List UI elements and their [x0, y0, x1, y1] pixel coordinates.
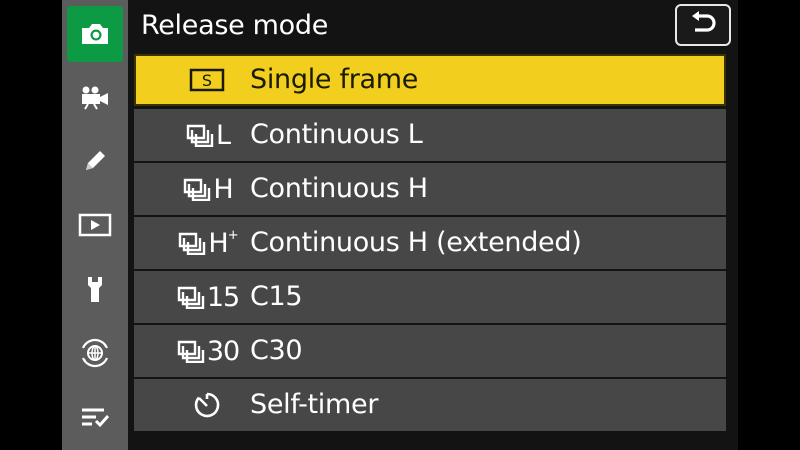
- camera-icon: [82, 24, 108, 44]
- movie-camera-icon: [82, 86, 108, 110]
- c15-icon: 15: [152, 271, 262, 323]
- tab-my-menu[interactable]: [62, 390, 128, 444]
- menu-item-continuous-h[interactable]: H Continuous H: [134, 163, 726, 215]
- menu-item-label: Continuous H (extended): [250, 227, 582, 258]
- menu-item-continuous-l[interactable]: L Continuous L: [134, 109, 726, 161]
- tab-network[interactable]: [62, 326, 128, 380]
- tab-setup[interactable]: [62, 262, 128, 316]
- continuous-h-extended-icon: H+: [152, 217, 262, 269]
- continuous-l-icon: L: [152, 109, 262, 161]
- camera-menu-screen: Release mode S Single frame L Continuous…: [62, 0, 738, 450]
- playback-icon: [78, 213, 112, 237]
- tab-playback[interactable]: [62, 198, 128, 252]
- single-frame-icon: S: [152, 54, 262, 106]
- menu-item-label: Continuous L: [250, 119, 423, 150]
- return-arrow-icon: [692, 11, 716, 32]
- menu-item-label: C30: [250, 335, 303, 366]
- menu-item-c30[interactable]: 30 C30: [134, 325, 726, 377]
- menu-item-c15[interactable]: 15 C15: [134, 271, 726, 323]
- menu-item-single-frame[interactable]: S Single frame: [134, 54, 726, 106]
- svg-text:S: S: [202, 71, 212, 90]
- self-timer-icon: [152, 379, 262, 431]
- menu-item-label: C15: [250, 281, 303, 312]
- menu-item-self-timer[interactable]: Self-timer: [134, 379, 726, 431]
- menu-sidebar: [62, 0, 128, 450]
- back-button[interactable]: [675, 4, 731, 46]
- c30-icon: 30: [152, 325, 262, 377]
- menu-item-label: Single frame: [250, 64, 419, 95]
- pencil-icon: [86, 151, 105, 170]
- wrench-icon: [88, 277, 102, 302]
- continuous-h-icon: H: [152, 163, 262, 215]
- network-icon: [81, 338, 109, 368]
- menu-item-label: Continuous H: [250, 173, 428, 204]
- menu-item-label: Self-timer: [250, 389, 379, 420]
- menu-item-continuous-h-extended[interactable]: H+ Continuous H (extended): [134, 217, 726, 269]
- my-menu-icon: [82, 408, 110, 428]
- tab-custom-settings[interactable]: [62, 134, 128, 188]
- page-title: Release mode: [141, 10, 329, 41]
- menu-header: Release mode: [135, 0, 738, 52]
- tab-photo-shooting[interactable]: [67, 6, 123, 62]
- tab-movie-recording[interactable]: [62, 70, 128, 124]
